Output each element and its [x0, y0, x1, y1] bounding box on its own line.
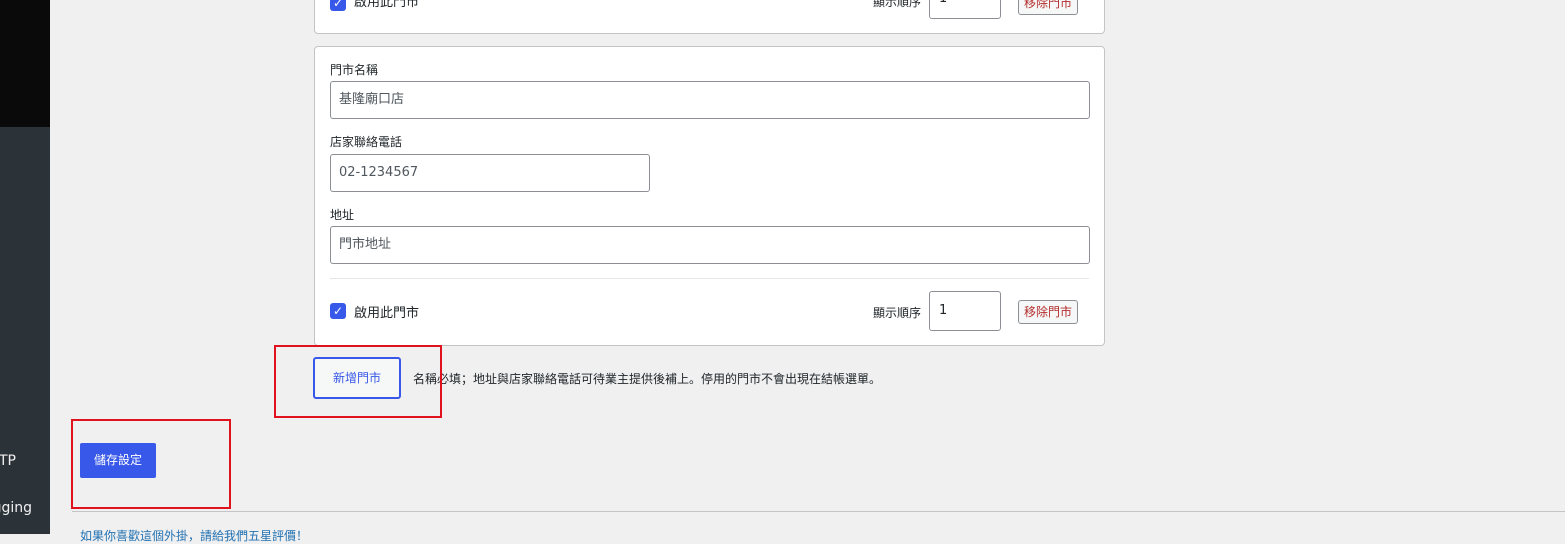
store-name-label: 門市名稱 [330, 63, 379, 77]
remove-store-button[interactable]: 移除門市 [1018, 0, 1079, 15]
store-hint-text: 名稱必填；地址與店家聯絡電話可待業主提供後補上。停用的門市不會出現在結帳選單。 [413, 372, 882, 386]
card-divider [330, 278, 1089, 279]
remove-store-button[interactable]: 移除門市 [1018, 300, 1079, 324]
enable-store-checkbox[interactable]: ✓ [330, 0, 346, 11]
enable-store-label: 啟用此門市 [354, 0, 420, 10]
sidebar-item-smtp[interactable]: TP [0, 453, 16, 469]
admin-sidebar: TP gging [0, 0, 50, 534]
store-phone-input[interactable]: 02-1234567 [330, 154, 650, 192]
highlight-box-add-store [274, 345, 442, 418]
footer-rating-link[interactable]: 如果你喜歡這個外掛，請給我們五星評價！ [80, 527, 308, 544]
enable-store-label: 啟用此門市 [354, 306, 420, 321]
highlight-box-save [71, 419, 231, 509]
display-order-label: 顯示順序 [873, 0, 922, 9]
store-card: 門市名稱 基隆廟口店 店家聯絡電話 02-1234567 地址 門市地址 ✓ 啟… [314, 46, 1105, 346]
store-name-input[interactable]: 基隆廟口店 [330, 81, 1090, 119]
sidebar-top-block [0, 0, 50, 127]
store-card-previous: ✓ 啟用此門市 顯示順序 1 移除門市 [314, 0, 1105, 34]
store-address-label: 地址 [330, 208, 355, 222]
footer-divider [72, 511, 1565, 512]
store-phone-label: 店家聯絡電話 [330, 135, 403, 149]
sidebar-item-logging[interactable]: gging [0, 500, 32, 516]
store-address-input[interactable]: 門市地址 [330, 226, 1090, 264]
display-order-label: 顯示順序 [873, 306, 922, 320]
enable-store-checkbox[interactable]: ✓ [330, 303, 346, 319]
display-order-input[interactable]: 1 [929, 0, 1001, 19]
display-order-input[interactable]: 1 [929, 291, 1001, 331]
